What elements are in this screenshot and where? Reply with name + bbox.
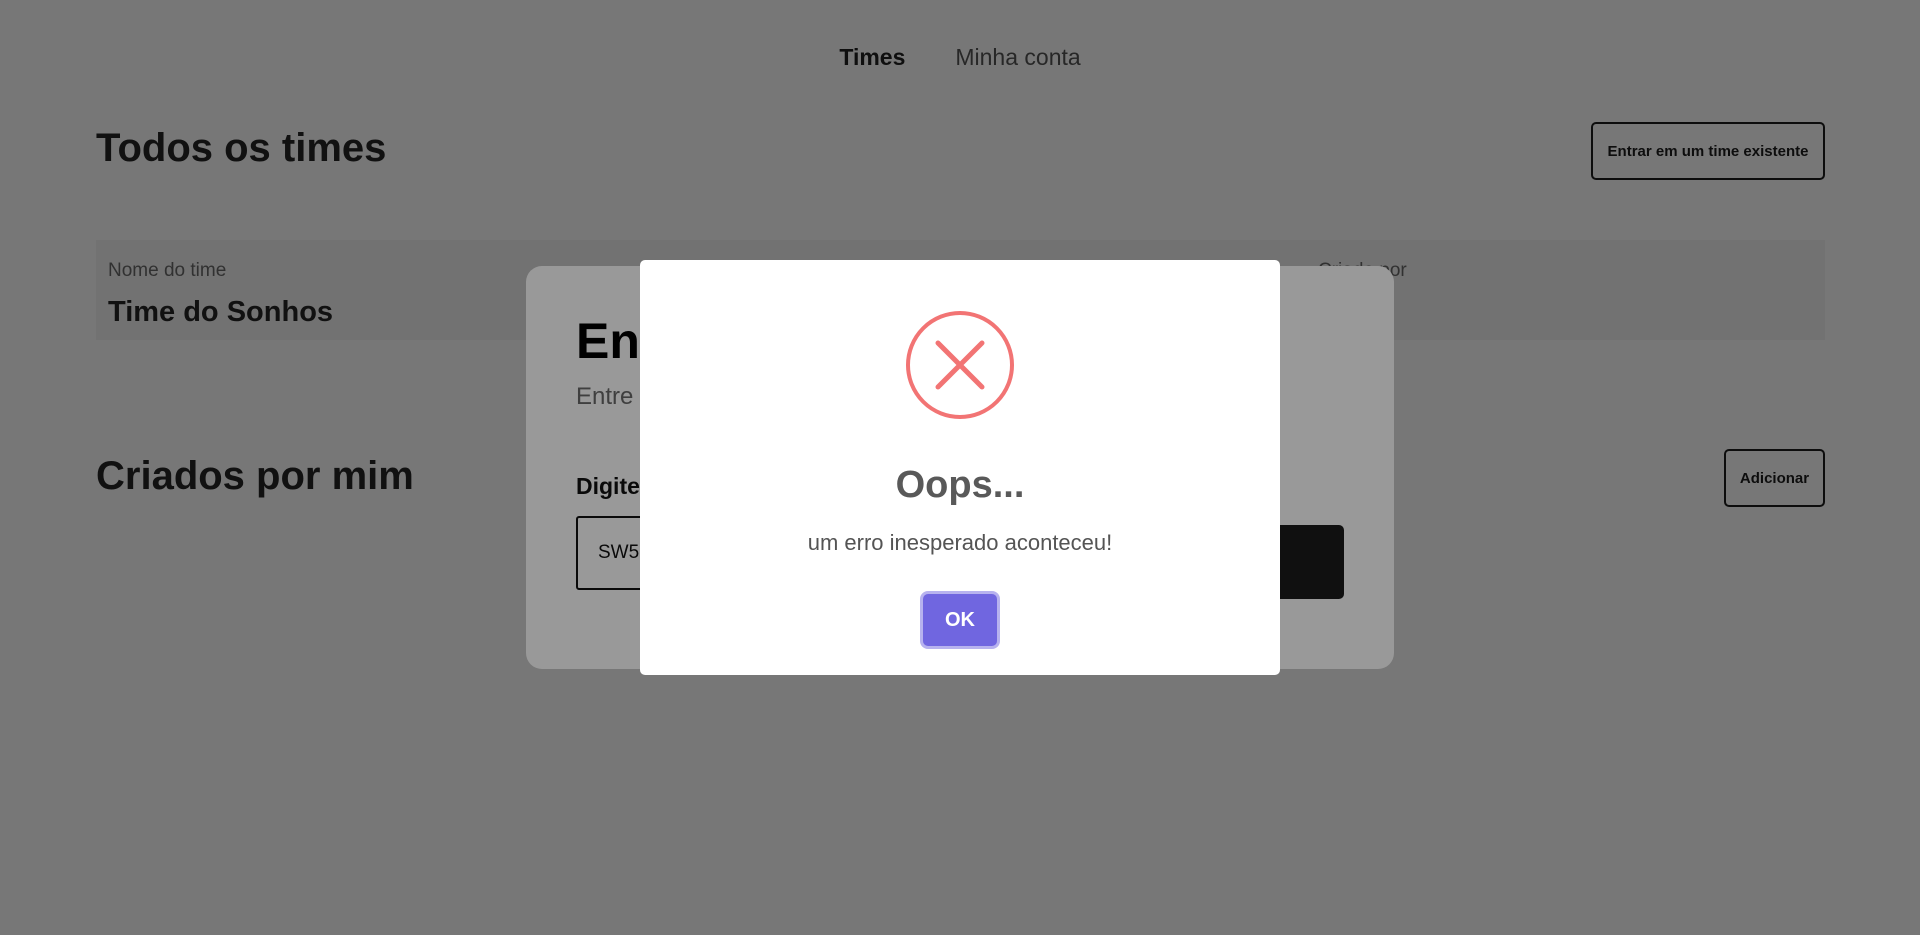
- alert-ok-button[interactable]: OK: [923, 594, 997, 646]
- alert-message: um erro inesperado aconteceu!: [807, 530, 1113, 555]
- error-alert-dialog: Oops... um erro inesperado aconteceu! OK: [640, 260, 1280, 675]
- alert-title: Oops...: [895, 464, 1025, 506]
- error-x-icon: [905, 310, 1015, 420]
